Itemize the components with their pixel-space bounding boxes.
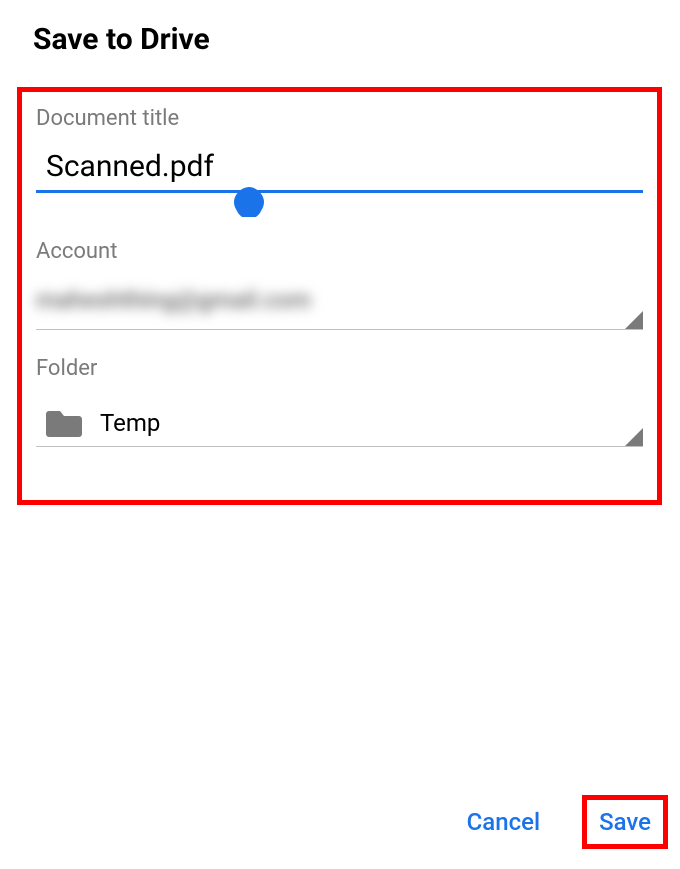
account-value: maheshthing@gmail.com [36, 286, 356, 316]
document-title-input-wrap [36, 149, 643, 193]
dropdown-corner-icon [625, 428, 643, 446]
save-button[interactable]: Save [599, 808, 651, 836]
account-selector[interactable]: maheshthing@gmail.com [36, 282, 643, 330]
document-title-label: Document title [36, 106, 643, 131]
folder-label: Folder [36, 356, 643, 381]
document-title-input[interactable] [36, 149, 643, 193]
account-label: Account [36, 239, 643, 264]
folder-selector[interactable]: Temp [36, 399, 643, 447]
account-section: Account maheshthing@gmail.com [36, 239, 643, 330]
save-button-highlight: Save [582, 795, 668, 849]
page-title: Save to Drive [0, 0, 680, 57]
folder-icon [46, 408, 82, 438]
document-title-section: Document title [36, 106, 643, 193]
folder-section: Folder Temp [36, 356, 643, 447]
button-bar: Cancel Save [461, 795, 668, 849]
folder-value: Temp [100, 409, 160, 437]
cancel-button[interactable]: Cancel [461, 796, 546, 848]
dropdown-corner-icon [625, 311, 643, 329]
form-highlight-box: Document title Account maheshthing@gmail… [17, 87, 662, 505]
